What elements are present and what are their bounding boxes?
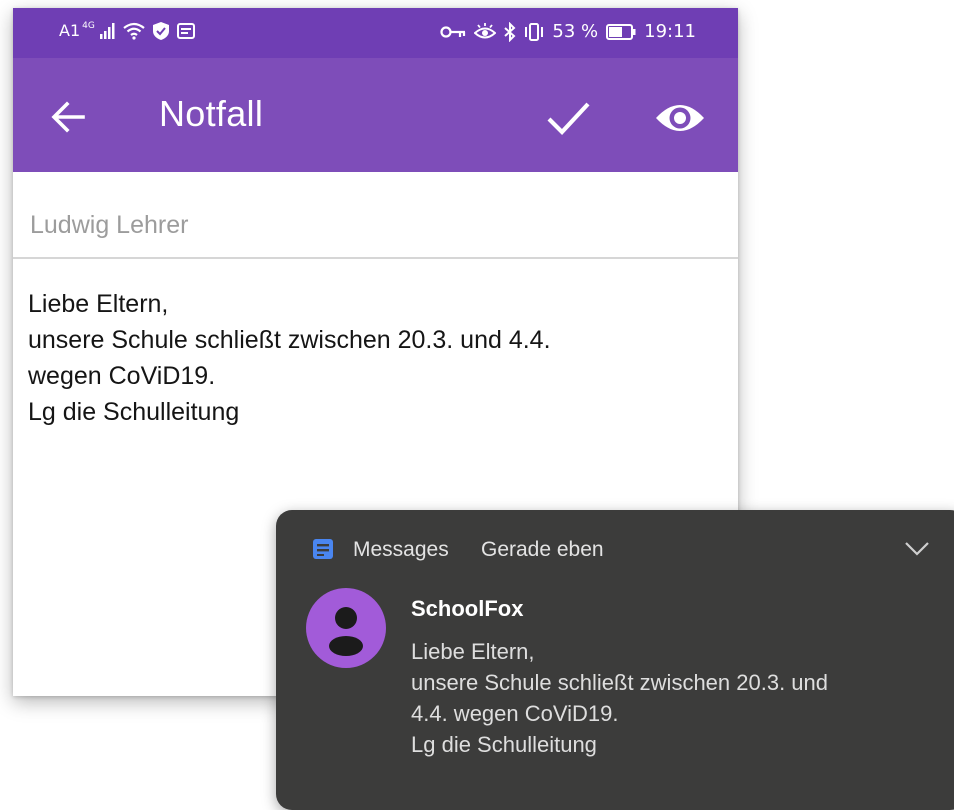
status-time: 19:11 bbox=[644, 21, 696, 42]
sender-field[interactable]: Ludwig Lehrer bbox=[13, 172, 738, 259]
wifi-icon bbox=[123, 22, 145, 40]
message-input[interactable]: Liebe Eltern, unsere Schule schließt zwi… bbox=[28, 286, 718, 430]
status-bar: A1 4G 53 % 19:11 bbox=[13, 8, 738, 58]
back-button[interactable] bbox=[47, 95, 91, 139]
notification-line: 4.4. wegen CoViD19. bbox=[411, 701, 619, 726]
send-button[interactable] bbox=[544, 94, 592, 142]
notification-time: Gerade eben bbox=[481, 538, 604, 561]
eye-icon bbox=[656, 105, 704, 131]
message-line: unsere Schule schließt zwischen 20.3. un… bbox=[28, 326, 551, 354]
message-line: Liebe Eltern, bbox=[28, 290, 169, 318]
message-line: Lg die Schulleitung bbox=[28, 398, 240, 426]
network-type-label: 4G bbox=[82, 20, 95, 31]
app-bar: Notfall bbox=[13, 58, 738, 172]
sender-name: Ludwig Lehrer bbox=[30, 211, 189, 239]
check-icon bbox=[547, 102, 590, 136]
messages-app-icon bbox=[313, 539, 333, 559]
preview-button[interactable] bbox=[654, 98, 706, 138]
notification-line: Liebe Eltern, bbox=[411, 639, 535, 664]
chevron-down-icon[interactable] bbox=[904, 540, 930, 558]
notification-line: Lg die Schulleitung bbox=[411, 732, 597, 757]
vibrate-icon bbox=[525, 22, 544, 41]
notification-message: Liebe Eltern, unsere Schule schließt zwi… bbox=[411, 636, 828, 760]
eye-comfort-icon bbox=[474, 22, 497, 38]
carrier-label: A1 bbox=[59, 21, 81, 40]
notification-card-icon bbox=[176, 22, 195, 39]
status-left-group: A1 4G bbox=[59, 21, 195, 40]
notification-line: unsere Schule schließt zwischen 20.3. un… bbox=[411, 670, 829, 695]
person-icon bbox=[329, 607, 363, 656]
key-icon bbox=[440, 25, 466, 38]
status-right-group: 53 % 19:11 bbox=[440, 21, 696, 42]
message-line: wegen CoViD19. bbox=[28, 362, 216, 390]
signal-icon bbox=[99, 22, 115, 39]
battery-percent: 53 % bbox=[552, 21, 599, 42]
battery-icon bbox=[606, 23, 636, 40]
shield-icon bbox=[152, 21, 169, 40]
avatar bbox=[306, 588, 386, 668]
bluetooth-icon bbox=[504, 21, 516, 42]
push-notification[interactable]: Messages Gerade eben SchoolFox Liebe Elt… bbox=[276, 510, 954, 810]
notification-sender: SchoolFox bbox=[411, 596, 524, 621]
notification-app-name: Messages bbox=[353, 538, 449, 561]
page-title: Notfall bbox=[159, 93, 264, 134]
arrow-left-icon bbox=[51, 101, 85, 133]
